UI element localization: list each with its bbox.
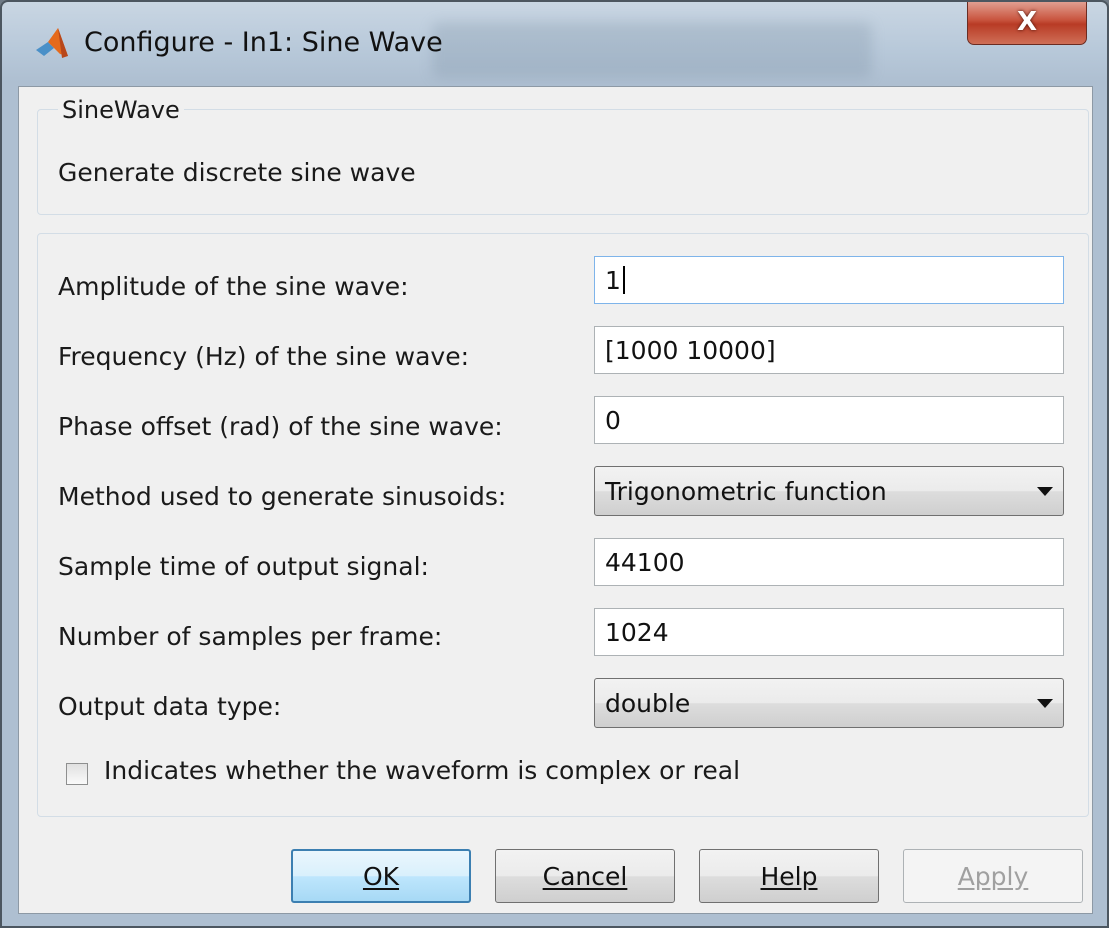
amplitude-value: 1 [605, 265, 621, 295]
chevron-down-icon [1037, 698, 1053, 708]
complex-checkbox-label[interactable]: Indicates whether the waveform is comple… [104, 756, 740, 785]
text-caret [622, 266, 625, 294]
matlab-logo-icon [36, 28, 68, 58]
method-selected-value: Trigonometric function [605, 476, 887, 506]
ok-button[interactable]: OK [291, 849, 471, 903]
method-label: Method used to generate sinusoids: [58, 482, 507, 511]
cancel-button-label: Cancel [542, 861, 628, 891]
chevron-down-icon [1037, 486, 1053, 496]
data-type-dropdown[interactable]: double [594, 678, 1064, 728]
frequency-input[interactable]: [1000 10000] [594, 326, 1064, 374]
ok-button-label: OK [362, 861, 400, 891]
complex-checkbox[interactable] [66, 763, 88, 785]
method-dropdown[interactable]: Trigonometric function [594, 466, 1064, 516]
apply-button[interactable]: Apply [903, 849, 1083, 903]
parameters-group: Amplitude of the sine wave: 1 Frequency … [37, 233, 1089, 817]
apply-button-label: Apply [957, 861, 1029, 891]
sample-time-input[interactable]: 44100 [594, 538, 1064, 586]
dialog-window: Configure - In1: Sine Wave X SineWave Ge… [0, 0, 1109, 928]
sample-time-value: 44100 [605, 547, 685, 577]
cancel-button[interactable]: Cancel [495, 849, 675, 903]
frequency-value: [1000 10000] [605, 335, 776, 365]
phase-input[interactable]: 0 [594, 396, 1064, 444]
group-title: SineWave [58, 96, 184, 124]
samples-per-frame-value: 1024 [605, 617, 669, 647]
description-group: SineWave Generate discrete sine wave [37, 96, 1089, 215]
frequency-label: Frequency (Hz) of the sine wave: [58, 342, 469, 371]
data-type-selected-value: double [605, 688, 691, 718]
window-title: Configure - In1: Sine Wave [84, 27, 443, 58]
amplitude-label: Amplitude of the sine wave: [58, 272, 409, 301]
background-window-title-ghost [432, 22, 872, 78]
data-type-label: Output data type: [58, 692, 282, 721]
amplitude-input[interactable]: 1 [594, 256, 1064, 304]
dialog-client-area: SineWave Generate discrete sine wave Amp… [18, 86, 1093, 914]
close-button[interactable]: X [967, 2, 1087, 45]
samples-per-frame-input[interactable]: 1024 [594, 608, 1064, 656]
phase-value: 0 [605, 405, 621, 435]
phase-label: Phase offset (rad) of the sine wave: [58, 412, 503, 441]
title-bar[interactable]: Configure - In1: Sine Wave X [2, 2, 1107, 86]
close-icon: X [1016, 7, 1038, 37]
help-button-label: Help [760, 861, 818, 891]
help-button[interactable]: Help [699, 849, 879, 903]
block-description: Generate discrete sine wave [58, 158, 416, 187]
samples-per-frame-label: Number of samples per frame: [58, 622, 443, 651]
sample-time-label: Sample time of output signal: [58, 552, 429, 581]
